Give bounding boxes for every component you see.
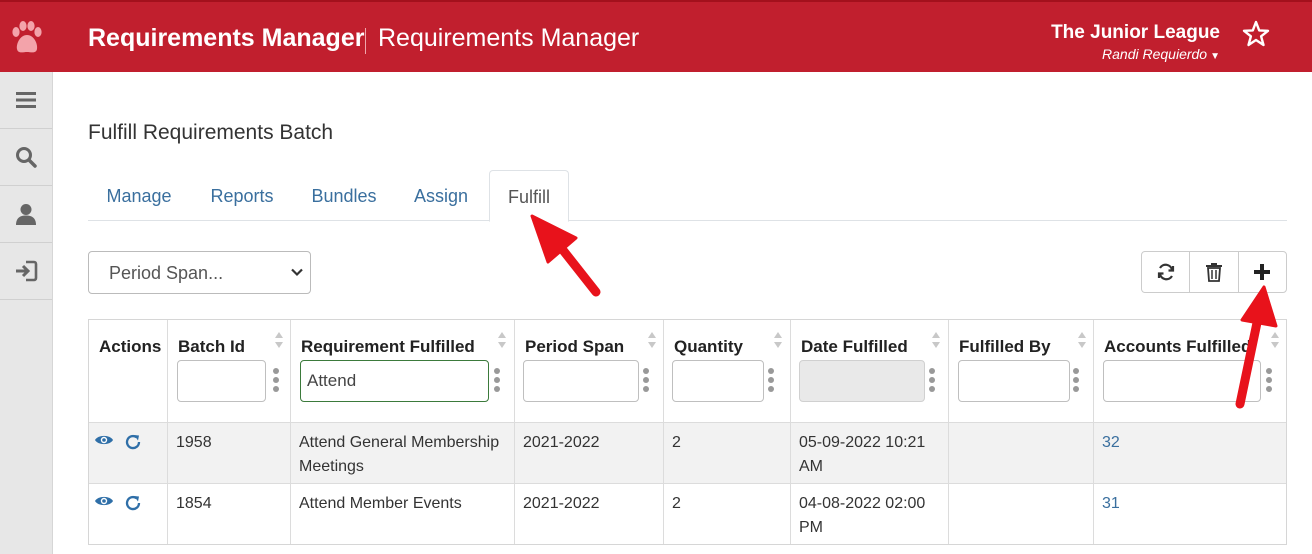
column-header-date-fulfilled: Date Fulfilled bbox=[791, 320, 949, 422]
sort-icon[interactable] bbox=[497, 331, 507, 349]
app-title[interactable]: Requirements Manager bbox=[88, 24, 364, 53]
plus-icon bbox=[1254, 264, 1271, 280]
refresh-icon[interactable] bbox=[124, 433, 142, 451]
title-divider bbox=[365, 28, 366, 54]
page-title: Fulfill Requirements Batch bbox=[88, 121, 334, 144]
table-row: 1958 Attend General Membership Meetings … bbox=[89, 422, 1286, 483]
column-title[interactable]: Period Span bbox=[525, 337, 624, 357]
tab-manage[interactable]: Manage bbox=[94, 170, 184, 221]
requirement-cell: Attend Member Events bbox=[291, 484, 515, 544]
accounts-fulfilled-filter-input[interactable] bbox=[1103, 360, 1261, 402]
delete-button[interactable] bbox=[1190, 252, 1239, 292]
sidebar-profile-button[interactable] bbox=[0, 186, 52, 243]
user-name: Randi Requierdo bbox=[1102, 46, 1208, 62]
fulfilled-by-filter-input[interactable] bbox=[958, 360, 1070, 402]
star-outline-icon[interactable] bbox=[1242, 20, 1270, 48]
column-title[interactable]: Requirement Fulfilled bbox=[301, 337, 475, 357]
fulfilled-by-cell bbox=[949, 423, 1094, 483]
sort-icon[interactable] bbox=[1270, 331, 1280, 349]
batch-id-cell: 1958 bbox=[168, 423, 291, 483]
date-fulfilled-cell: 04-08-2022 02:00 PM bbox=[791, 484, 949, 544]
column-header-accounts-fulfilled: Accounts Fulfilled bbox=[1094, 320, 1286, 422]
column-header-quantity: Quantity bbox=[664, 320, 791, 422]
caret-down-icon: ▼ bbox=[1210, 51, 1220, 62]
date-fulfilled-filter-input bbox=[799, 360, 925, 402]
sidebar-menu-button[interactable] bbox=[0, 72, 52, 129]
accounts-fulfilled-cell: 32 bbox=[1094, 423, 1286, 483]
date-fulfilled-cell: 05-09-2022 10:21 AM bbox=[791, 423, 949, 483]
quantity-filter-input[interactable] bbox=[672, 360, 764, 402]
actions-cell bbox=[89, 484, 168, 544]
sidebar bbox=[0, 72, 53, 554]
batch-table: Actions Batch Id Requirement Fulfilled P… bbox=[88, 319, 1287, 545]
column-header-batch-id: Batch Id bbox=[168, 320, 291, 422]
period-span-select[interactable]: Period Span... bbox=[88, 251, 311, 294]
tab-bundles[interactable]: Bundles bbox=[302, 170, 386, 221]
trash-icon bbox=[1205, 263, 1222, 282]
tab-fulfill[interactable]: Fulfill bbox=[489, 170, 569, 222]
sidebar-signout-button[interactable] bbox=[0, 243, 52, 300]
more-vertical-icon[interactable] bbox=[1265, 366, 1273, 394]
toolbar-button-group bbox=[1141, 251, 1287, 293]
column-title[interactable]: Quantity bbox=[674, 337, 743, 357]
column-header-period-span: Period Span bbox=[515, 320, 664, 422]
search-icon bbox=[16, 147, 37, 168]
more-vertical-icon[interactable] bbox=[642, 366, 650, 394]
requirement-filter-input[interactable] bbox=[300, 360, 489, 402]
eye-icon[interactable] bbox=[94, 494, 114, 508]
batch-id-filter-input[interactable] bbox=[177, 360, 266, 402]
accounts-fulfilled-cell: 31 bbox=[1094, 484, 1286, 544]
period-span-select-value: Period Span... bbox=[109, 263, 224, 283]
user-icon bbox=[16, 204, 36, 225]
column-title: Actions bbox=[99, 337, 162, 356]
paw-icon[interactable] bbox=[8, 18, 44, 58]
column-title[interactable]: Fulfilled By bbox=[959, 337, 1051, 357]
column-header-requirement-fulfilled: Requirement Fulfilled bbox=[291, 320, 515, 422]
accounts-fulfilled-link[interactable]: 32 bbox=[1102, 434, 1120, 451]
app-subtitle: Requirements Manager bbox=[378, 24, 640, 52]
sort-icon[interactable] bbox=[931, 331, 941, 349]
quantity-cell: 2 bbox=[664, 423, 791, 483]
batch-id-cell: 1854 bbox=[168, 484, 291, 544]
column-title[interactable]: Accounts Fulfilled bbox=[1104, 337, 1251, 357]
eye-icon[interactable] bbox=[94, 433, 114, 447]
tab-assign[interactable]: Assign bbox=[406, 170, 476, 221]
more-vertical-icon[interactable] bbox=[928, 366, 936, 394]
period-span-cell: 2021-2022 bbox=[515, 423, 664, 483]
more-vertical-icon[interactable] bbox=[272, 366, 280, 394]
column-title[interactable]: Batch Id bbox=[178, 337, 245, 357]
sort-icon[interactable] bbox=[647, 331, 657, 349]
refresh-button[interactable] bbox=[1142, 252, 1191, 292]
org-name: The Junior League bbox=[1051, 22, 1220, 43]
sort-icon[interactable] bbox=[1077, 331, 1087, 349]
fulfilled-by-cell bbox=[949, 484, 1094, 544]
chevron-down-icon bbox=[291, 268, 303, 277]
quantity-cell: 2 bbox=[664, 484, 791, 544]
tab-reports[interactable]: Reports bbox=[200, 170, 284, 221]
top-bar: Requirements Manager Requirements Manage… bbox=[0, 0, 1312, 72]
user-menu[interactable]: Randi Requierdo ▼ bbox=[1102, 46, 1220, 62]
more-vertical-icon[interactable] bbox=[1072, 366, 1080, 394]
column-header-fulfilled-by: Fulfilled By bbox=[949, 320, 1094, 422]
sort-icon[interactable] bbox=[274, 331, 284, 349]
period-span-cell: 2021-2022 bbox=[515, 484, 664, 544]
requirement-cell: Attend General Membership Meetings bbox=[291, 423, 515, 483]
hamburger-menu-icon bbox=[16, 92, 36, 108]
more-vertical-icon[interactable] bbox=[767, 366, 775, 394]
sidebar-search-button[interactable] bbox=[0, 129, 52, 186]
column-header-actions: Actions bbox=[89, 320, 168, 422]
column-title[interactable]: Date Fulfilled bbox=[801, 337, 908, 357]
refresh-icon[interactable] bbox=[124, 494, 142, 512]
actions-cell bbox=[89, 423, 168, 483]
table-row: 1854 Attend Member Events 2021-2022 2 04… bbox=[89, 483, 1286, 544]
annotation-arrow-fulfill bbox=[530, 214, 601, 297]
add-button[interactable] bbox=[1239, 252, 1286, 292]
period-span-filter-input[interactable] bbox=[523, 360, 639, 402]
tab-bar: Manage Reports Bundles Assign Fulfill bbox=[88, 170, 1287, 222]
refresh-icon bbox=[1157, 263, 1174, 281]
accounts-fulfilled-link[interactable]: 31 bbox=[1102, 495, 1120, 512]
more-vertical-icon[interactable] bbox=[493, 366, 501, 394]
sort-icon[interactable] bbox=[773, 331, 783, 349]
sign-out-icon bbox=[16, 260, 38, 282]
